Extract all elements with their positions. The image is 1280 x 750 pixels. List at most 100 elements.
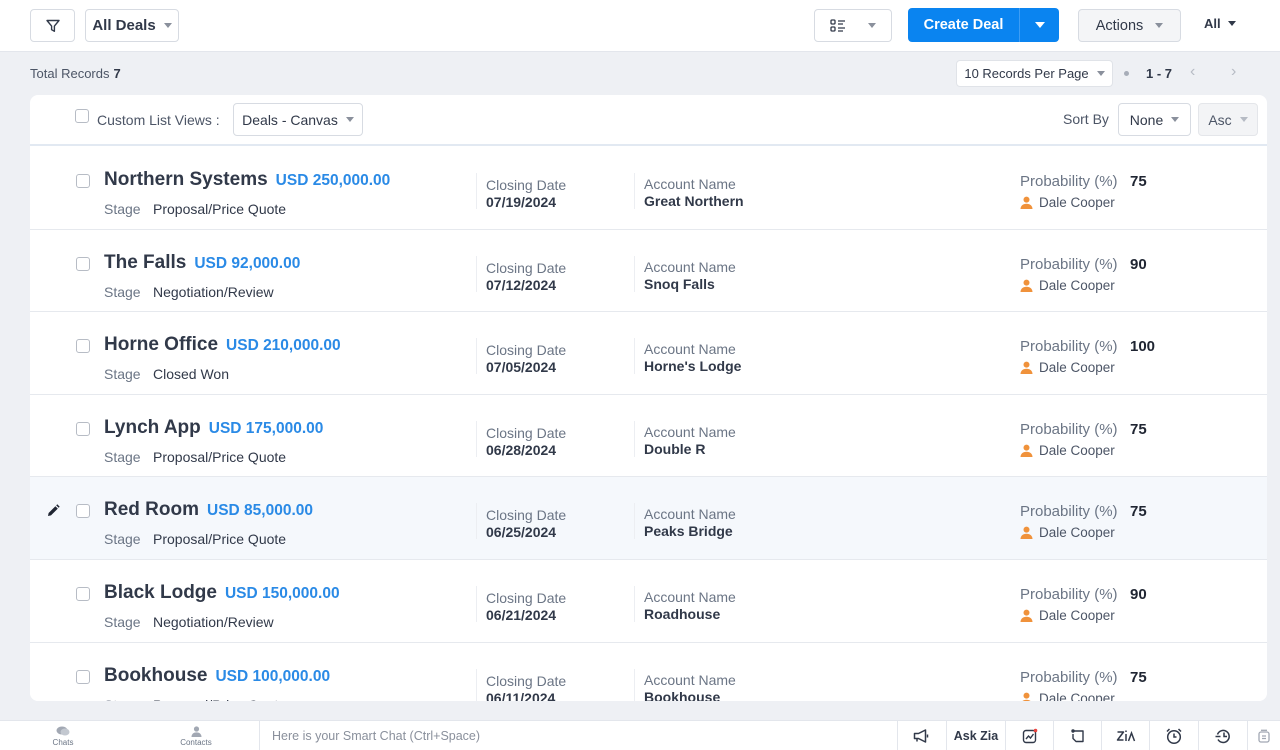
custom-list-view-select[interactable]: Deals - Canvas <box>233 103 363 136</box>
deal-owner[interactable]: Dale Cooper <box>1020 278 1115 293</box>
create-deal-button[interactable]: Create Deal <box>908 8 1020 42</box>
stage-label: Stage <box>104 448 141 465</box>
deal-owner[interactable]: Dale Cooper <box>1020 525 1115 540</box>
records-per-page-select[interactable]: 10 Records Per Page <box>956 60 1113 87</box>
reminders-button[interactable] <box>1149 721 1198 750</box>
note-icon <box>1070 729 1084 743</box>
deal-owner[interactable]: Dale Cooper <box>1020 608 1115 623</box>
layout-view-select[interactable] <box>814 9 892 42</box>
row-checkbox[interactable] <box>76 504 90 519</box>
column-divider <box>634 503 635 540</box>
owner-name: Dale Cooper <box>1039 442 1115 458</box>
records-per-page-label: 10 Records Per Page <box>964 66 1089 81</box>
closing-date-value: 06/21/2024 <box>486 606 557 623</box>
account-name-value[interactable]: Double R <box>644 441 705 457</box>
filter-button[interactable] <box>30 9 75 42</box>
user-icon <box>1020 361 1033 375</box>
closing-date-value: 07/05/2024 <box>486 359 557 376</box>
recent-items-button[interactable] <box>1198 721 1247 750</box>
deal-name-link[interactable]: Northern Systems USD 250,000.00 <box>104 169 390 191</box>
deal-name-link[interactable]: Red Room USD 85,000.00 <box>104 499 313 521</box>
chats-button[interactable]: Chats <box>40 721 86 750</box>
notes-button[interactable] <box>1053 721 1101 750</box>
view-select[interactable]: All Deals <box>85 9 179 42</box>
deal-name: Northern Systems <box>104 169 268 190</box>
deal-name-link[interactable]: Lynch App USD 175,000.00 <box>104 417 323 439</box>
sort-order-select[interactable]: Asc <box>1198 103 1258 136</box>
announcements-button[interactable] <box>897 721 946 750</box>
row-checkbox[interactable] <box>76 421 90 436</box>
account-name-value[interactable]: Snoq Falls <box>644 276 715 292</box>
account-name-value[interactable]: Peaks Bridge <box>644 523 733 539</box>
account-name-value[interactable]: Great Northern <box>644 193 744 209</box>
sort-field-value: None <box>1129 111 1164 128</box>
total-records-count: 7 <box>113 66 121 81</box>
select-all-checkbox[interactable] <box>75 109 89 123</box>
smart-chat-input[interactable]: Here is your Smart Chat (Ctrl+Space) <box>259 721 897 750</box>
contacts-button[interactable]: Contacts <box>172 721 220 750</box>
deal-name: The Falls <box>104 251 187 273</box>
stage-value: Proposal/Price Quote <box>153 531 287 548</box>
deal-row[interactable]: Lynch App USD 175,000.00 Stage Proposal/P… <box>30 394 1267 478</box>
deal-owner[interactable]: Dale Cooper <box>1020 443 1115 458</box>
deal-row[interactable]: Bookhouse USD 100,000.00 Stage Proposal/P… <box>30 642 1267 701</box>
deal-row[interactable]: Black Lodge USD 150,000.00 Stage Negotiat… <box>30 559 1267 643</box>
ask-zia-button[interactable]: Ask Zia <box>946 721 1005 750</box>
more-tools-button[interactable] <box>1247 721 1280 750</box>
chevron-down-icon <box>163 23 172 28</box>
stage-value: Negotiation/Review <box>153 283 274 300</box>
account-name-label: Account Name <box>644 258 736 275</box>
chats-label: Chats <box>52 737 74 747</box>
user-icon <box>1021 692 1032 701</box>
account-name-label: Account Name <box>644 671 736 688</box>
user-icon <box>1020 609 1033 622</box>
deal-row[interactable]: Northern Systems USD 250,000.00 Stage Pro… <box>30 147 1267 230</box>
stage-label: Stage <box>104 366 141 383</box>
stage-value: Closed Won <box>153 366 230 383</box>
deal-amount: USD 175,000.00 <box>208 419 324 437</box>
actions-button[interactable]: Actions <box>1078 9 1181 42</box>
stage-label: Stage <box>104 697 141 701</box>
edit-pencil-icon[interactable] <box>46 504 60 518</box>
account-name-value[interactable]: Horne's Lodge <box>644 358 741 374</box>
probability-label: Probability (%) <box>1020 668 1118 686</box>
row-checkbox[interactable] <box>76 174 90 188</box>
deal-row[interactable]: Horne Office USD 210,000.00 Stage Closed … <box>30 312 1267 395</box>
all-label: All <box>1204 16 1221 31</box>
chevron-down-icon <box>345 117 354 122</box>
deal-name-link[interactable]: The Falls USD 92,000.00 <box>104 252 300 274</box>
top-toolbar: All Deals Create Deal Actions All <box>0 0 1280 52</box>
row-checkbox[interactable] <box>76 339 90 354</box>
page-range: 1 - 7 <box>1146 66 1173 81</box>
deal-name-link[interactable]: Horne Office USD 210,000.00 <box>104 334 341 356</box>
next-page-button[interactable]: › <box>1231 63 1236 81</box>
deal-row[interactable]: The Falls USD 92,000.00 Stage Negotiation… <box>30 229 1267 313</box>
deal-name-link[interactable]: Black Lodge USD 150,000.00 <box>104 582 340 604</box>
probability-label: Probability (%) <box>1020 173 1118 190</box>
sort-field-select[interactable]: None <box>1118 103 1191 136</box>
deal-owner[interactable]: Dale Cooper <box>1020 691 1115 701</box>
all-filter-dropdown[interactable]: All <box>1204 16 1236 31</box>
owner-name: Dale Cooper <box>1039 607 1115 623</box>
row-checkbox[interactable] <box>76 586 90 601</box>
deal-owner[interactable]: Dale Cooper <box>1020 360 1115 375</box>
row-checkbox[interactable] <box>76 256 90 271</box>
column-divider <box>476 173 477 209</box>
stage-label: Stage <box>104 613 141 630</box>
deal-name-link[interactable]: Bookhouse USD 100,000.00 <box>104 665 330 687</box>
deal-owner[interactable]: Dale Cooper <box>1020 195 1115 210</box>
row-checkbox[interactable] <box>76 669 90 684</box>
previous-page-button[interactable]: ‹ <box>1190 63 1195 81</box>
account-name-value[interactable]: Roadhouse <box>644 606 720 622</box>
account-name-value[interactable]: Bookhouse <box>644 689 720 701</box>
create-deal-dropdown[interactable] <box>1020 8 1059 42</box>
chevron-down-icon <box>1239 117 1248 122</box>
zia-button[interactable] <box>1101 721 1149 750</box>
chart-icon <box>1022 728 1037 744</box>
deal-row[interactable]: Red Room USD 85,000.00 Stage Proposal/Pri… <box>30 477 1267 560</box>
deal-amount: USD 92,000.00 <box>194 254 301 272</box>
megaphone-icon <box>913 729 929 743</box>
zia-icon <box>1116 730 1135 742</box>
account-name-label: Account Name <box>644 588 736 605</box>
analytics-button[interactable] <box>1005 721 1053 750</box>
